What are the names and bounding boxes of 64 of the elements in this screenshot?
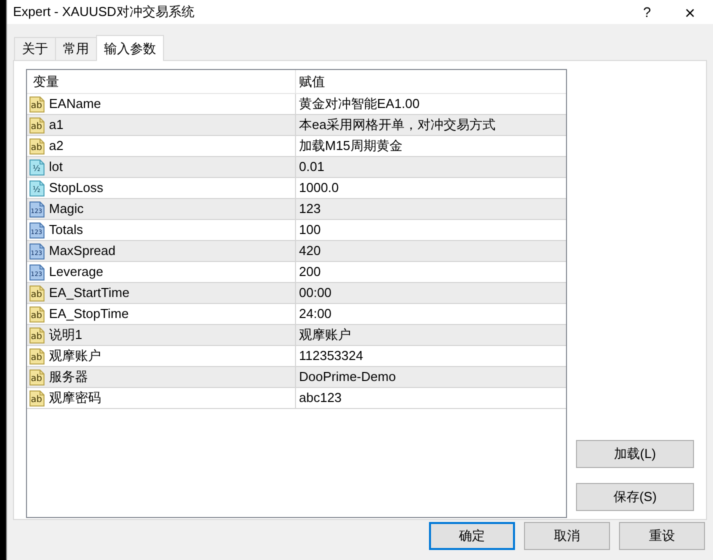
- table-cell[interactable]: ab EA_StartTime: [27, 283, 296, 303]
- parameter-name: 服务器: [49, 368, 88, 386]
- table-cell[interactable]: 200: [296, 262, 566, 282]
- table-cell[interactable]: 100: [296, 220, 566, 240]
- table-cell[interactable]: 112353324: [296, 346, 566, 366]
- text-type-icon: ab: [29, 116, 45, 134]
- text-type-icon: ab: [29, 326, 45, 344]
- table-cell[interactable]: 0.01: [296, 157, 566, 177]
- table-cell[interactable]: 24:00: [296, 304, 566, 324]
- text-type-icon: ab: [29, 306, 45, 322]
- table-cell[interactable]: DooPrime-Demo: [296, 367, 566, 387]
- table-cell[interactable]: ab EAName: [27, 94, 296, 114]
- table-cell[interactable]: 本ea采用网格开单，对冲交易方式: [296, 115, 566, 135]
- tab[interactable]: 输入参数: [96, 35, 164, 61]
- table-cell[interactable]: ab 服务器: [27, 367, 296, 387]
- close-button[interactable]: ×: [667, 0, 713, 24]
- parameter-name: EA_StopTime: [49, 305, 129, 324]
- text-type-icon: ab: [29, 368, 45, 386]
- table-cell[interactable]: abc123: [296, 388, 566, 408]
- fraction-type-icon: ½: [29, 158, 45, 176]
- parameter-name: Totals: [49, 221, 83, 240]
- fraction-type-icon: ½: [29, 180, 45, 196]
- side-button[interactable]: 加载(L): [576, 440, 694, 468]
- parameter-name: 观摩密码: [49, 389, 101, 408]
- table-cell[interactable]: 观摩账户: [296, 325, 566, 345]
- table-cell[interactable]: 420: [296, 241, 566, 261]
- parameter-name: EA_StartTime: [49, 284, 130, 302]
- tab[interactable]: 关于: [14, 37, 56, 60]
- table-cell[interactable]: ab 说明1: [27, 325, 296, 345]
- table-cell[interactable]: ab a2: [27, 136, 296, 156]
- table-cell[interactable]: ½ StopLoss: [27, 178, 296, 198]
- side-button[interactable]: 保存(S): [576, 483, 694, 511]
- parameter-name: lot: [49, 158, 63, 176]
- window-title: Expert - XAUUSD对冲交易系统: [13, 3, 196, 22]
- text-type-icon: ab: [29, 390, 45, 406]
- text-type-icon: ab: [29, 348, 45, 364]
- parameter-name: EAName: [49, 95, 102, 114]
- parameter-name: 说明1: [49, 326, 82, 344]
- table-cell[interactable]: ab EA_StopTime: [27, 304, 296, 324]
- parameter-name: StopLoss: [49, 179, 104, 198]
- text-type-icon: ab: [29, 284, 45, 302]
- dialog-button[interactable]: 取消: [524, 522, 610, 550]
- text-type-icon: ab: [29, 138, 45, 154]
- parameter-name: a1: [49, 116, 64, 134]
- table-cell[interactable]: 加载M15周期黄金: [296, 136, 566, 156]
- column-header[interactable]: 变量: [27, 70, 296, 93]
- table-cell[interactable]: 黄金对冲智能EA1.00: [296, 94, 566, 114]
- parameter-name: 观摩账户: [49, 347, 101, 366]
- table-cell[interactable]: ab 观摩账户: [27, 346, 296, 366]
- text-type-icon: ab: [29, 96, 45, 112]
- parameter-name: MaxSpread: [49, 242, 116, 260]
- dialog-button[interactable]: 重设: [619, 522, 705, 550]
- parameter-name: Magic: [49, 200, 84, 218]
- column-header[interactable]: 赋值: [296, 70, 566, 93]
- table-cell[interactable]: ½ lot: [27, 157, 296, 177]
- table-cell[interactable]: ab 观摩密码: [27, 388, 296, 408]
- dialog-button[interactable]: 确定: [429, 522, 515, 550]
- parameter-name: a2: [49, 137, 64, 156]
- table-cell[interactable]: 00:00: [296, 283, 566, 303]
- parameter-name: Leverage: [49, 263, 104, 282]
- table-cell[interactable]: 1000.0: [296, 178, 566, 198]
- table-cell[interactable]: 123: [296, 199, 566, 219]
- help-button[interactable]: ?: [627, 0, 667, 24]
- table-cell[interactable]: ab a1: [27, 115, 296, 135]
